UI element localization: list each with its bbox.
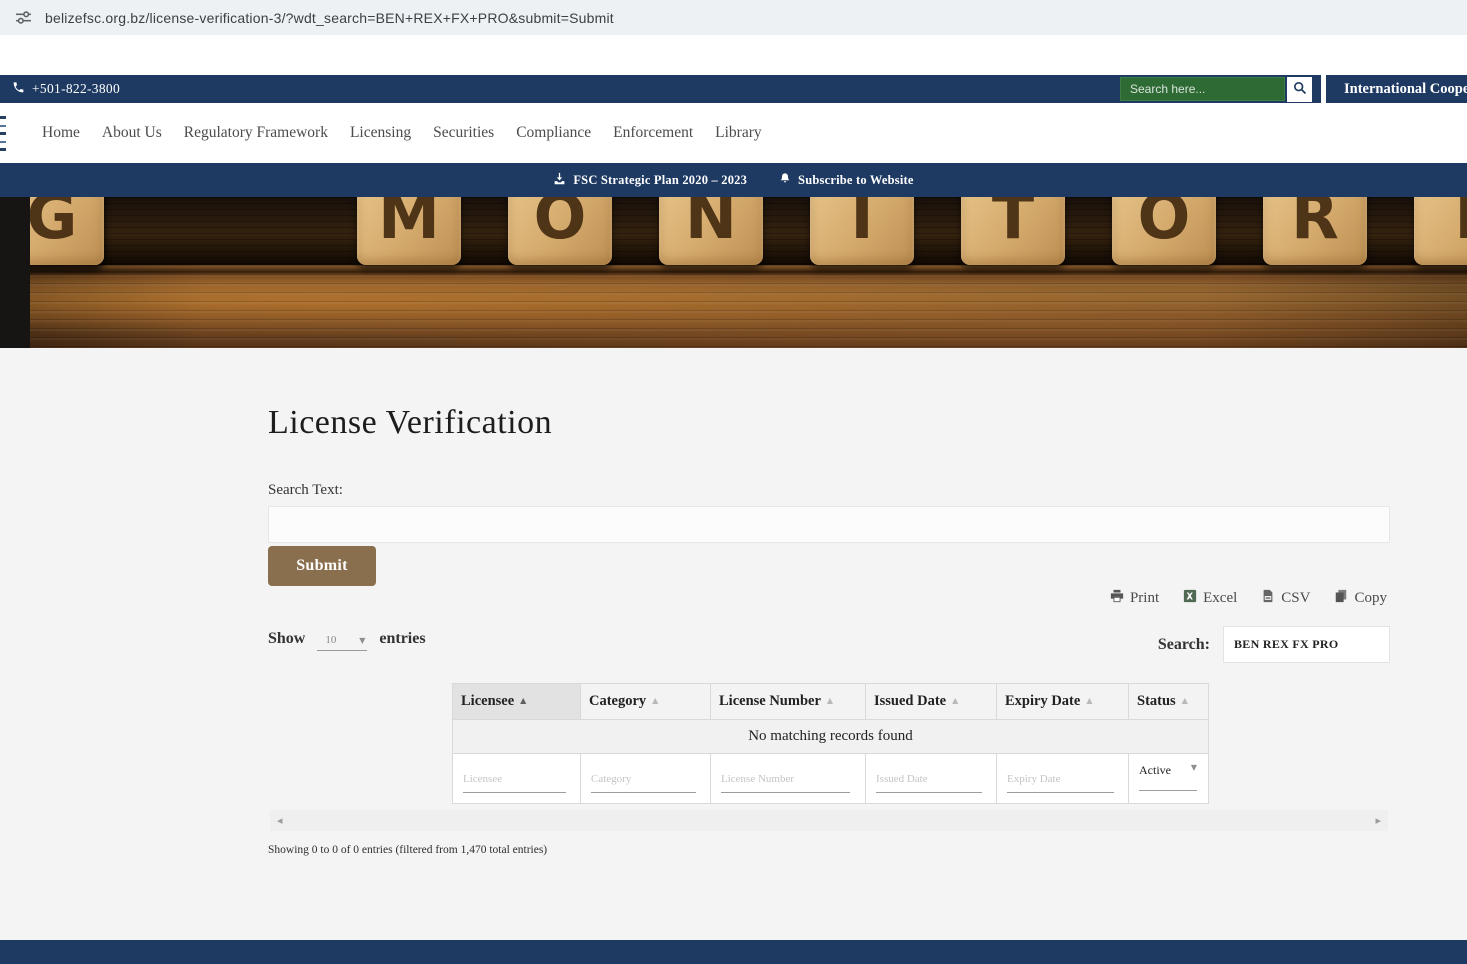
table-search-label: Search: <box>1157 635 1210 653</box>
page-footer <box>0 940 1467 964</box>
nav-item-securities[interactable]: Securities <box>422 124 505 142</box>
letter-block: O <box>1112 197 1216 265</box>
wood-table-surface <box>0 265 1467 348</box>
search-text-input[interactable] <box>268 506 1390 543</box>
subscribe-label: Subscribe to Website <box>798 172 914 187</box>
filter-input-licensee[interactable] <box>463 772 566 793</box>
print-button[interactable]: Print <box>1110 589 1159 608</box>
chevron-down-icon: ▼ <box>1190 762 1197 772</box>
announcement-bar: FSC Strategic Plan 2020 – 2023 Subscribe… <box>0 163 1467 197</box>
search-text-label: Search Text: <box>268 482 343 498</box>
letter-block: M <box>357 197 461 265</box>
column-header-status[interactable]: Status ▲ <box>1128 683 1209 720</box>
entries-label: entries <box>379 630 426 647</box>
sort-asc-icon: ▲ <box>1181 696 1188 705</box>
main-content: License Verification Search Text: Submit… <box>0 348 1467 940</box>
license-table: Licensee ▲ Category ▲ License Number ▲ Issu… <box>452 683 1209 804</box>
search-icon <box>1293 81 1307 98</box>
phone-number-text: +501-822-3800 <box>32 81 121 96</box>
table-header-row: Licensee ▲ Category ▲ License Number ▲ Issu… <box>452 683 1209 720</box>
hero-left-shadow <box>0 197 30 348</box>
phone-number: +501-822-3800 <box>12 81 120 98</box>
copy-button[interactable]: Copy <box>1334 589 1387 608</box>
empty-row: No matching records found <box>452 719 1209 754</box>
url-text[interactable]: belizefsc.org.bz/license-verification-3/… <box>45 10 614 26</box>
strategic-plan-label: FSC Strategic Plan 2020 – 2023 <box>573 172 748 187</box>
site-search-input[interactable] <box>1120 77 1285 101</box>
sort-asc-icon: ▲ <box>520 696 527 705</box>
empty-message: No matching records found <box>452 719 1209 754</box>
chevron-down-icon: ▼ <box>359 635 366 645</box>
filter-input-category[interactable] <box>591 772 696 793</box>
download-icon <box>553 172 566 189</box>
hero-image: M O N I T O R I N G <box>0 197 1467 348</box>
csv-icon <box>1261 589 1275 608</box>
length-menu: Show 10 ▼ entries <box>268 630 426 651</box>
nav-item-about-us[interactable]: About Us <box>91 124 173 142</box>
table-search: Search: <box>1158 626 1390 663</box>
letter-block: O <box>508 197 612 265</box>
sort-asc-icon: ▲ <box>1086 696 1093 705</box>
nav-item-home[interactable]: Home <box>31 124 91 142</box>
column-header-expiry-date[interactable]: Expiry Date ▲ <box>996 683 1129 720</box>
main-navigation: Home About Us Regulatory Framework Licen… <box>0 103 1467 163</box>
table-summary: Showing 0 to 0 of 0 entries (filtered fr… <box>268 844 548 856</box>
print-icon <box>1110 589 1124 608</box>
address-bar[interactable]: belizefsc.org.bz/license-verification-3/… <box>0 0 1467 35</box>
sort-asc-icon: ▲ <box>952 696 959 705</box>
table-search-input[interactable] <box>1223 626 1390 663</box>
scroll-right-arrow[interactable]: ▸ <box>1375 814 1381 827</box>
filter-input-expiry-date[interactable] <box>1007 772 1114 793</box>
partial-logo <box>0 116 6 154</box>
subscribe-link[interactable]: Subscribe to Website <box>779 172 914 189</box>
filter-input-license-number[interactable] <box>721 772 850 793</box>
copy-icon <box>1334 589 1348 608</box>
scroll-left-arrow[interactable]: ◂ <box>277 814 283 827</box>
entries-per-page-select[interactable]: 10 ▼ <box>317 634 368 651</box>
excel-icon <box>1183 589 1197 608</box>
column-header-license-number[interactable]: License Number ▲ <box>710 683 866 720</box>
letter-block: I <box>1414 197 1467 265</box>
excel-button[interactable]: Excel <box>1183 589 1237 608</box>
phone-icon <box>12 81 25 98</box>
site-topbar: +501-822-3800 International Cooperation <box>0 75 1467 103</box>
sort-asc-icon: ▲ <box>826 696 834 705</box>
nav-item-enforcement[interactable]: Enforcement <box>602 124 704 142</box>
column-header-issued-date[interactable]: Issued Date ▲ <box>865 683 997 720</box>
export-toolbar: Print Excel CSV Copy <box>1110 589 1387 608</box>
letter-block: N <box>659 197 763 265</box>
page-title: License Verification <box>268 404 553 441</box>
sort-asc-icon: ▲ <box>652 696 659 705</box>
filter-input-issued-date[interactable] <box>876 772 982 793</box>
horizontal-scrollbar[interactable]: ◂ ▸ <box>270 810 1388 831</box>
site-search-button[interactable] <box>1287 76 1312 102</box>
letter-block: I <box>810 197 914 265</box>
strategic-plan-link[interactable]: FSC Strategic Plan 2020 – 2023 <box>553 172 747 189</box>
nav-item-licensing[interactable]: Licensing <box>339 124 422 142</box>
show-label: Show <box>268 630 306 647</box>
filter-row: Active ▼ <box>452 753 1209 804</box>
site-settings-icon[interactable] <box>13 8 33 28</box>
browser-gap <box>0 35 1467 75</box>
column-header-licensee[interactable]: Licensee ▲ <box>452 683 581 720</box>
status-filter-select[interactable]: Active ▼ <box>1139 763 1197 791</box>
bell-icon <box>779 172 791 189</box>
nav-item-regulatory-framework[interactable]: Regulatory Framework <box>173 124 339 142</box>
letter-block: R <box>1263 197 1367 265</box>
csv-button[interactable]: CSV <box>1261 589 1310 608</box>
topbar-menu-international-cooperation[interactable]: International Cooperation <box>1326 75 1467 103</box>
submit-button[interactable]: Submit <box>268 546 376 586</box>
letter-block: T <box>961 197 1065 265</box>
column-header-category[interactable]: Category ▲ <box>580 683 711 720</box>
nav-item-library[interactable]: Library <box>704 124 772 142</box>
nav-item-compliance[interactable]: Compliance <box>505 124 602 142</box>
